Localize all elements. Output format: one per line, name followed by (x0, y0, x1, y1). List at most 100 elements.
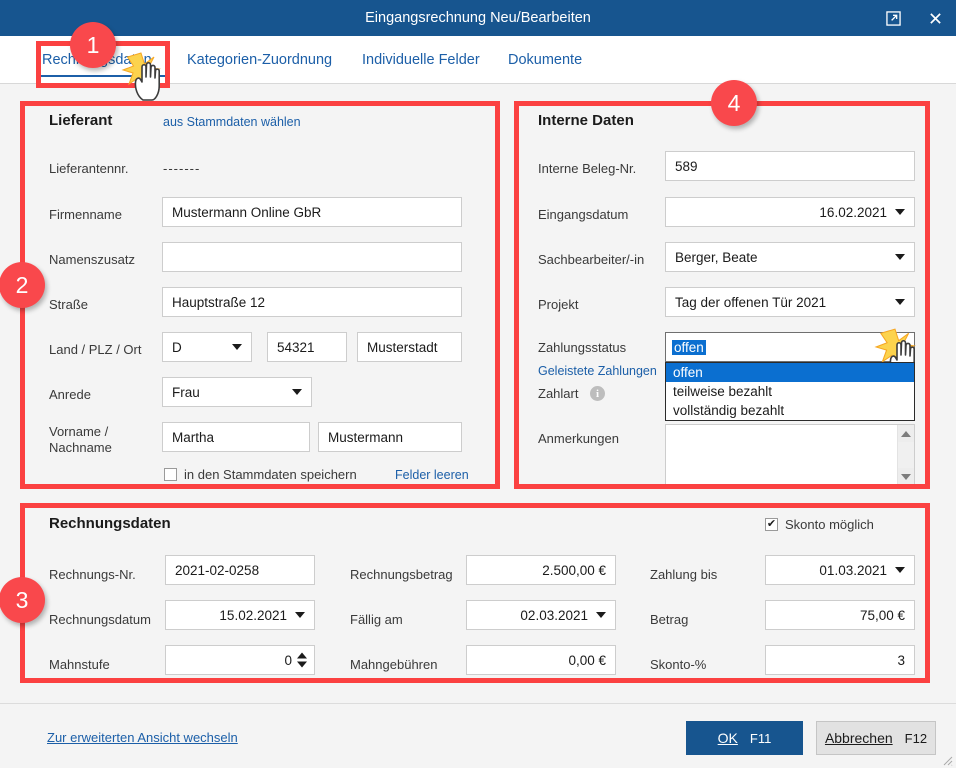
checkbox-box: ✔ (765, 518, 778, 531)
internal-panel-title: Interne Daten (538, 112, 634, 129)
project-value: Tag der offenen Tür 2021 (675, 294, 827, 310)
payments-made-link[interactable]: Geleistete Zahlungen (538, 364, 657, 378)
stepper-up-icon (297, 652, 307, 659)
label-clerk: Sachbearbeiter/-in (538, 252, 645, 267)
chevron-down-icon (292, 389, 302, 395)
callout-badge-4: 4 (711, 80, 757, 126)
scroll-up-icon[interactable] (898, 425, 914, 442)
payment-status-combo[interactable]: offen (665, 332, 915, 362)
callout-badge-1: 1 (70, 22, 116, 68)
salutation-select[interactable]: Frau (162, 377, 312, 407)
invoice-no-input[interactable]: 2021-02-0258 (165, 555, 315, 585)
popout-icon[interactable] (872, 0, 914, 36)
internal-doc-no-input[interactable]: 589 (665, 151, 915, 181)
due-on-select[interactable]: 02.03.2021 (466, 600, 616, 630)
company-input[interactable]: Mustermann Online GbR (162, 197, 462, 227)
dunning-fees-input[interactable]: 0,00 € (466, 645, 616, 675)
scroll-down-icon[interactable] (898, 468, 914, 485)
country-select[interactable]: D (162, 332, 252, 362)
clerk-select[interactable]: Berger, Beate (665, 242, 915, 272)
salutation-value: Frau (172, 384, 200, 400)
invoice-data-panel: Rechnungsdaten ✔ Skonto möglich Rechnung… (25, 500, 930, 686)
label-name-addition: Namenszusatz (49, 252, 135, 267)
dropdown-option-teilweise-bezahlt[interactable]: teilweise bezahlt (666, 382, 914, 401)
last-name-input[interactable]: Mustermann (318, 422, 462, 452)
chevron-down-icon (895, 567, 905, 573)
project-select[interactable]: Tag der offenen Tür 2021 (665, 287, 915, 317)
label-payment-status: Zahlungsstatus (538, 340, 627, 355)
checkbox-box (164, 468, 177, 481)
label-project: Projekt (538, 297, 579, 312)
label-skonto-percent: Skonto-% (650, 657, 707, 672)
tab-label: Individuelle Felder (362, 51, 480, 68)
tab-strip: Rechnungsdaten Kategorien-Zuordnung Indi… (0, 36, 956, 84)
payment-until-select[interactable]: 01.03.2021 (765, 555, 915, 585)
label-invoice-date: Rechnungsdatum (49, 612, 151, 627)
skonto-label: Skonto möglich (785, 517, 874, 532)
tab-kategorien-zuordnung[interactable]: Kategorien-Zuordnung (185, 36, 349, 83)
window-title: Eingangsrechnung Neu/Bearbeiten (365, 10, 591, 26)
clerk-value: Berger, Beate (675, 249, 758, 265)
receipt-date-select[interactable]: 16.02.2021 (665, 197, 915, 227)
tab-label: Dokumente (508, 51, 583, 68)
invoice-panel-title: Rechnungsdaten (49, 515, 171, 532)
payment-status-value: offen (672, 339, 706, 355)
invoice-date-select[interactable]: 15.02.2021 (165, 600, 315, 630)
city-input[interactable]: Musterstadt (357, 332, 462, 362)
label-salutation: Anrede (49, 387, 91, 402)
switch-to-extended-view-link[interactable]: Zur erweiterten Ansicht wechseln (47, 730, 238, 745)
chevron-down-icon (596, 612, 606, 618)
label-internal-doc-no: Interne Beleg-Nr. (538, 161, 637, 176)
resize-grip-icon[interactable] (941, 754, 953, 766)
label-notes: Anmerkungen (538, 431, 619, 446)
tab-label: Kategorien-Zuordnung (187, 51, 333, 68)
label-dunning-level: Mahnstufe (49, 657, 110, 672)
label-receipt-date: Eingangsdatum (538, 207, 629, 222)
amount-input[interactable]: 75,00 € (765, 600, 915, 630)
ok-button[interactable]: OK F11 (686, 721, 803, 755)
invoice-amount-input[interactable]: 2.500,00 € (466, 555, 616, 585)
skonto-percent-input[interactable]: 3 (765, 645, 915, 675)
clear-fields-link[interactable]: Felder leeren (395, 468, 469, 482)
supplier-no-value: ------- (163, 161, 201, 176)
name-addition-input[interactable] (162, 242, 462, 272)
notes-scrollbar[interactable] (897, 425, 914, 485)
street-input[interactable]: Hauptstraße 12 (162, 287, 462, 317)
first-name-input[interactable]: Martha (162, 422, 310, 452)
label-amount: Betrag (650, 612, 689, 627)
tab-dokumente[interactable]: Dokumente (506, 36, 596, 83)
due-on-value: 02.03.2021 (520, 607, 588, 623)
cancel-label: Abbrechen (824, 730, 893, 746)
label-payment-until: Zahlung bis (650, 567, 718, 582)
save-masterdata-checkbox[interactable]: in den Stammdaten speichern (164, 467, 357, 482)
label-supplier-no: Lieferantennr. (49, 161, 129, 176)
title-bar: Eingangsrechnung Neu/Bearbeiten (0, 0, 956, 36)
choose-from-masterdata-link[interactable]: aus Stammdaten wählen (163, 115, 301, 129)
dunning-level-input[interactable]: 0 (165, 645, 315, 675)
info-icon[interactable]: i (590, 386, 605, 401)
callout-badge-3: 3 (0, 577, 45, 623)
label-company: Firmenname (49, 207, 122, 222)
skonto-checkbox[interactable]: ✔ Skonto möglich (765, 517, 874, 532)
chevron-down-icon (895, 299, 905, 305)
label-last-name: Nachname (49, 440, 112, 455)
callout-badge-2: 2 (0, 262, 45, 308)
internal-data-panel: Interne Daten Interne Beleg-Nr. 589 Eing… (520, 106, 930, 488)
ok-shortcut: F11 (749, 730, 772, 746)
dropdown-option-vollstaendig-bezahlt[interactable]: vollständig bezahlt (666, 401, 914, 420)
cancel-button[interactable]: Abbrechen F12 (816, 721, 936, 755)
chevron-down-icon (895, 209, 905, 215)
close-icon[interactable] (914, 0, 956, 36)
dropdown-option-offen[interactable]: offen (666, 363, 914, 382)
tab-individuelle-felder[interactable]: Individuelle Felder (360, 36, 490, 83)
notes-textarea[interactable] (665, 424, 915, 486)
label-due-on: Fällig am (350, 612, 403, 627)
payment-until-value: 01.03.2021 (819, 562, 887, 578)
label-payment-type: Zahlart (538, 386, 579, 401)
supplier-panel-title: Lieferant (49, 112, 113, 129)
payment-status-dropdown-list[interactable]: offen teilweise bezahlt vollständig beza… (665, 362, 915, 421)
footer-bar: Zur erweiterten Ansicht wechseln OK F11 … (0, 704, 956, 768)
supplier-panel: Lieferant aus Stammdaten wählen Lieferan… (25, 106, 495, 488)
zip-input[interactable]: 54321 (267, 332, 347, 362)
tab-active-indicator (40, 75, 165, 77)
